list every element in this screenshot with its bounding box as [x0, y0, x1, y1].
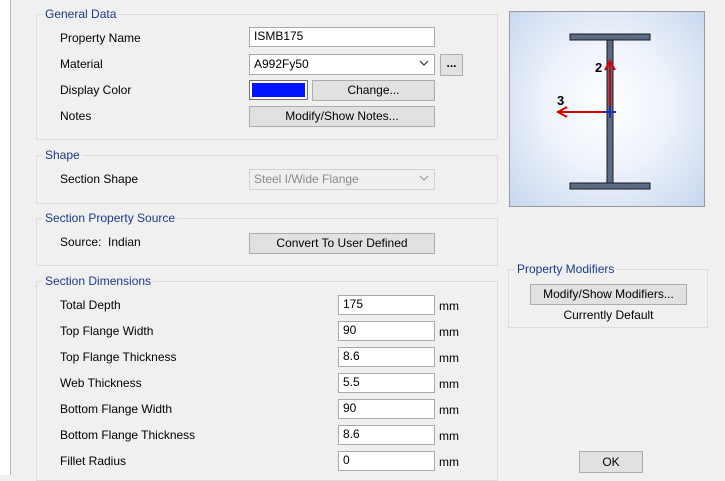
unit-label: mm: [439, 429, 459, 443]
display-color-label: Display Color: [60, 83, 132, 97]
dimension-label-fillet-radius: Fillet Radius: [60, 454, 127, 468]
property-modifiers-title: Property Modifiers: [515, 262, 617, 276]
web-thickness-input[interactable]: 5.5: [338, 373, 435, 393]
section-dimensions-title: Section Dimensions: [43, 274, 154, 288]
section-property-source-title: Section Property Source: [43, 211, 178, 225]
convert-to-user-defined-button[interactable]: Convert To User Defined: [249, 233, 435, 254]
change-color-button[interactable]: Change...: [312, 80, 435, 101]
axis-3-label: 3: [557, 93, 564, 108]
unit-label: mm: [439, 377, 459, 391]
property-name-input[interactable]: ISMB175: [249, 27, 435, 47]
dimension-label-bottom-flange-width: Bottom Flange Width: [60, 402, 173, 416]
section-shape-value: Steel I/Wide Flange: [254, 172, 359, 186]
unit-label: mm: [439, 455, 459, 469]
ok-button[interactable]: OK: [579, 451, 643, 473]
section-shape-label: Section Shape: [60, 172, 139, 186]
fillet-radius-input[interactable]: 0: [338, 451, 435, 471]
modifiers-status: Currently Default: [563, 308, 654, 322]
top-flange-width-input[interactable]: 90: [338, 321, 435, 341]
top-flange-thickness-input[interactable]: 8.6: [338, 347, 435, 367]
unit-label: mm: [439, 325, 459, 339]
chevron-down-icon: [419, 175, 429, 181]
modify-show-modifiers-button[interactable]: Modify/Show Modifiers...: [530, 284, 687, 305]
dimension-label-total-depth: Total Depth: [60, 298, 121, 312]
display-color-fill: [252, 83, 305, 97]
notes-label: Notes: [60, 109, 92, 123]
axis-2-label: 2: [595, 60, 602, 75]
dialog-left-frame: [0, 0, 11, 475]
section-shape-select: Steel I/Wide Flange: [249, 169, 435, 190]
unit-label: mm: [439, 403, 459, 417]
i-section-drawing: 2 3: [555, 33, 651, 190]
unit-label: mm: [439, 299, 459, 313]
dimension-label-top-flange-width: Top Flange Width: [60, 324, 154, 338]
total-depth-input[interactable]: 175: [338, 295, 435, 315]
dimension-label-top-flange-thickness: Top Flange Thickness: [60, 350, 177, 364]
material-more-button[interactable]: ...: [440, 54, 463, 76]
bottom-flange-shape: [569, 182, 651, 190]
modify-show-notes-button[interactable]: Modify/Show Notes...: [249, 106, 435, 127]
top-flange-shape: [569, 33, 651, 41]
unit-label: mm: [439, 351, 459, 365]
dimension-label-web-thickness: Web Thickness: [60, 376, 142, 390]
bottom-flange-width-input[interactable]: 90: [338, 399, 435, 419]
bottom-flange-thickness-input[interactable]: 8.6: [338, 425, 435, 445]
section-preview: 2 3: [509, 11, 705, 207]
source-label: Source: Indian: [60, 235, 141, 249]
material-label: Material: [60, 57, 103, 71]
property-name-label: Property Name: [60, 31, 141, 45]
shape-title: Shape: [43, 148, 82, 162]
material-select[interactable]: A992Fy50: [249, 54, 435, 75]
chevron-down-icon: [419, 60, 429, 66]
display-color-swatch[interactable]: [249, 80, 308, 100]
material-select-value: A992Fy50: [254, 57, 309, 71]
general-data-title: General Data: [43, 7, 119, 21]
dimension-label-bottom-flange-thickness: Bottom Flange Thickness: [60, 428, 196, 442]
